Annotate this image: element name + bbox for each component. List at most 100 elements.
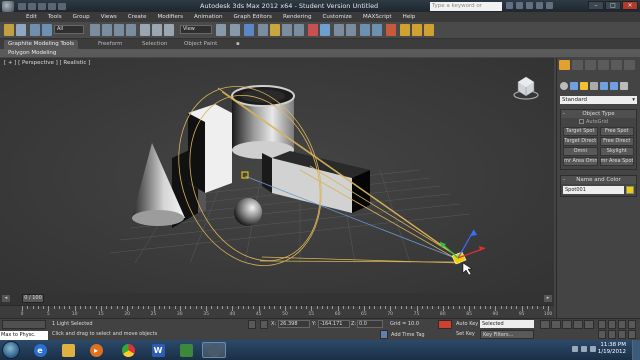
graphite-toggle-icon[interactable] (346, 24, 356, 36)
taskbar-chrome[interactable] (116, 342, 140, 358)
communication-icon[interactable] (526, 2, 533, 9)
go-to-start-icon[interactable] (540, 320, 550, 329)
key-mode-dropdown[interactable]: Selected (480, 320, 534, 328)
taskbar-word[interactable]: W (146, 342, 170, 358)
tab-graphite-modeling-tools[interactable]: Graphite Modeling Tools (4, 40, 79, 49)
create-tab-icon[interactable] (559, 60, 570, 70)
time-tag-icon[interactable] (380, 330, 388, 339)
taskbar-explorer[interactable] (56, 342, 80, 358)
hierarchy-tab-icon[interactable] (585, 60, 596, 70)
select-manipulate-icon[interactable] (230, 24, 240, 36)
redo-tool-icon[interactable] (16, 24, 26, 36)
app-logo-icon[interactable] (2, 0, 14, 12)
menu-customize[interactable]: Customize (323, 14, 352, 20)
help-icon[interactable] (546, 2, 553, 9)
search-input[interactable]: Type a keyword or phrase (430, 1, 502, 18)
tray-arrow-icon[interactable] (572, 346, 578, 352)
skylight-button[interactable]: Skylight (599, 147, 634, 156)
shapes-icon[interactable] (570, 82, 578, 90)
spinner-snap-icon[interactable] (294, 24, 304, 36)
percent-snap-icon[interactable] (282, 24, 292, 36)
free-spot-button[interactable]: Free Spot (599, 127, 634, 136)
perspective-viewport[interactable]: [ + ] [ Perspective ] [ Realistic ] (0, 58, 554, 293)
z-coordinate-field[interactable]: 0.0 (357, 320, 383, 328)
minimize-button[interactable]: – (588, 1, 604, 10)
redo-icon[interactable] (58, 2, 66, 10)
mr-area-omni-button[interactable]: mr Area Omni (563, 157, 598, 166)
pivot-center-icon[interactable] (216, 24, 226, 36)
menu-views[interactable]: Views (101, 14, 117, 20)
geometry-icon[interactable] (560, 82, 568, 90)
keyboard-shortcut-icon[interactable] (244, 24, 254, 36)
save-file-icon[interactable] (38, 2, 46, 10)
selection-filter-dropdown[interactable]: All (54, 25, 84, 34)
polygon-modeling-panel[interactable]: Polygon Modeling (8, 49, 56, 57)
field-of-view-icon[interactable] (598, 330, 606, 339)
menu-edit[interactable]: Edit (26, 14, 37, 20)
reference-coord-dropdown[interactable]: View (180, 25, 212, 34)
open-file-icon[interactable] (28, 2, 36, 10)
play-animation-icon[interactable] (562, 320, 572, 329)
menu-animation[interactable]: Animation (194, 14, 223, 20)
next-frame-arrow-icon[interactable]: ▸ (544, 295, 552, 302)
free-direct-button[interactable]: Free Direct (599, 137, 634, 146)
unlink-icon[interactable] (42, 24, 52, 36)
taskbar-3dsmax[interactable] (202, 342, 226, 358)
render-setup-icon[interactable] (400, 24, 410, 36)
rendered-frame-icon[interactable] (412, 24, 422, 36)
taskbar-ie[interactable]: e (28, 342, 52, 358)
volume-icon[interactable] (590, 346, 596, 352)
angle-snap-icon[interactable] (270, 24, 280, 36)
utilities-tab-icon[interactable] (624, 60, 635, 70)
display-tab-icon[interactable] (611, 60, 622, 70)
sphere-object[interactable] (234, 198, 262, 226)
helpers-icon[interactable] (600, 82, 608, 90)
rect-selection-icon[interactable] (114, 24, 124, 36)
maxscript-listener-mini[interactable] (2, 320, 46, 329)
menu-create[interactable]: Create (128, 14, 147, 20)
target-direct-button[interactable]: Target Direct (563, 137, 598, 146)
key-filters-button[interactable]: Key Filters... (480, 330, 534, 339)
new-file-icon[interactable] (18, 2, 26, 10)
object-color-swatch[interactable] (626, 186, 634, 194)
menu-rendering[interactable]: Rendering (283, 14, 312, 20)
zoom-all-icon[interactable] (608, 320, 616, 329)
select-move-icon[interactable] (140, 24, 150, 36)
y-coordinate-field[interactable]: -164.171 (318, 320, 350, 328)
light-category-dropdown[interactable]: Standard ▾ (560, 96, 637, 104)
menu-tools[interactable]: Tools (48, 14, 62, 20)
select-scale-icon[interactable] (164, 24, 174, 36)
window-crossing-icon[interactable] (126, 24, 136, 36)
network-icon[interactable] (581, 346, 587, 352)
show-desktop-button[interactable] (632, 340, 640, 360)
curve-editor-icon[interactable] (360, 24, 370, 36)
favorites-icon[interactable] (536, 2, 543, 9)
layer-manager-icon[interactable] (334, 24, 344, 36)
set-key-button[interactable]: Set Key (456, 331, 475, 337)
material-editor-icon[interactable] (386, 24, 396, 36)
maxscript-mini-listener[interactable]: Max to Physc. (0, 331, 48, 340)
time-slider-thumb[interactable]: 0 / 100 (22, 294, 44, 303)
go-to-end-icon[interactable] (584, 320, 594, 329)
zoom-extents-all-icon[interactable] (628, 320, 636, 329)
menu-help[interactable]: Help (403, 14, 416, 20)
auto-key-button[interactable]: Auto Key (456, 321, 478, 327)
omni-button[interactable]: Omni (563, 147, 598, 156)
add-time-tag-button[interactable]: Add Time Tag (391, 332, 425, 338)
modify-tab-icon[interactable] (572, 60, 583, 70)
select-rotate-icon[interactable] (152, 24, 162, 36)
maximize-viewport-icon[interactable] (628, 330, 636, 339)
mirror-icon[interactable] (308, 24, 318, 36)
ribbon-options-icon[interactable]: ▪ (236, 40, 240, 49)
systems-icon[interactable] (620, 82, 628, 90)
next-frame-icon[interactable] (573, 320, 583, 329)
menu-graph-editors[interactable]: Graph Editors (234, 14, 272, 20)
binoculars-icon[interactable] (506, 2, 513, 9)
clock[interactable]: 11:38 PM 1/19/2012 (598, 342, 626, 356)
align-icon[interactable] (320, 24, 330, 36)
select-by-name-icon[interactable] (102, 24, 112, 36)
time-slider[interactable]: ◂ 0 / 100 ▸ (0, 293, 554, 305)
snaps-toggle-icon[interactable] (258, 24, 268, 36)
start-button[interactable] (2, 341, 20, 359)
track-bar[interactable]: 0 5 10 15 20 25 30 35 40 45 50 55 60 65 70 75 80 85 90 95 10… (0, 305, 554, 318)
